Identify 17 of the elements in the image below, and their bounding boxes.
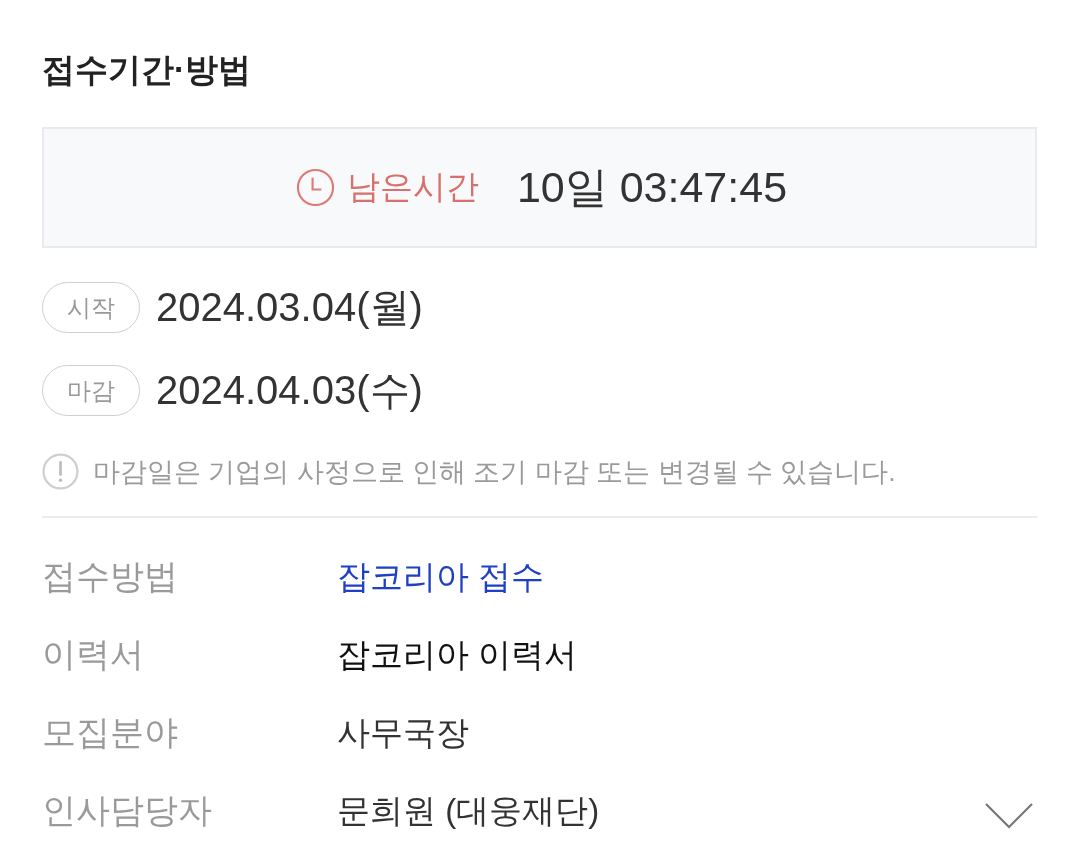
clock-icon <box>295 168 335 207</box>
detail-label: 모집분야 <box>42 712 179 753</box>
date-text: 2024.03.04(월) <box>156 284 423 331</box>
detail-label: 인사담당자 <box>42 790 213 831</box>
date-text: 2024.04.03(수) <box>156 367 423 414</box>
chevron-down-icon[interactable] <box>985 803 1033 829</box>
detail-label: 접수방법 <box>42 556 179 597</box>
notice-text: 마감일은 기업의 사정으로 인해 조기 마감 또는 변경될 수 있습니다. <box>93 455 896 489</box>
detail-value: 잡코리아 이력서 <box>337 634 578 675</box>
detail-value: 사무국장 <box>337 712 469 753</box>
detail-label: 이력서 <box>42 634 145 675</box>
detail-link[interactable]: 잡코리아 접수 <box>337 554 545 600</box>
countdown-label: 남은시간 <box>346 167 479 207</box>
detail-value: 문희원 (대웅재단) <box>337 790 600 831</box>
countdown-value: 10일 03:47:45 <box>516 161 788 213</box>
exclamation-icon <box>42 453 79 490</box>
section-title: 접수기간·방법 <box>42 50 252 90</box>
